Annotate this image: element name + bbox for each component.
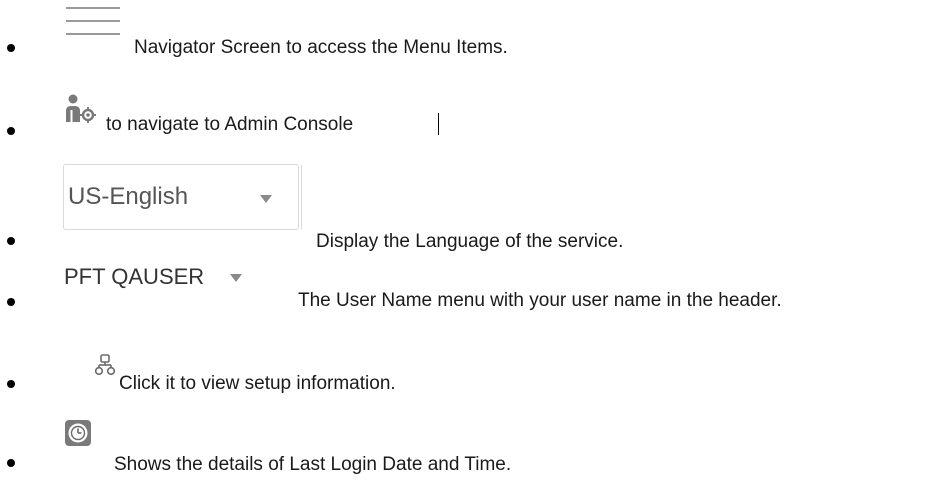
bullet: [7, 44, 15, 52]
last-login-clock-icon[interactable]: [64, 419, 92, 452]
hamburger-menu-icon[interactable]: [66, 6, 120, 41]
chevron-down-icon: [260, 195, 272, 203]
bullet: [7, 127, 15, 135]
setup-hierarchy-icon[interactable]: [94, 354, 117, 381]
navigator-description: Navigator Screen to access the Menu Item…: [134, 37, 508, 58]
bullet: [7, 298, 15, 306]
user-name-label: PFT QAUSER: [64, 264, 205, 289]
user-name-menu[interactable]: PFT QAUSER: [64, 264, 242, 292]
language-select[interactable]: US-English: [63, 164, 302, 230]
language-description: Display the Language of the service.: [316, 231, 624, 252]
text-cursor: [438, 113, 439, 135]
admin-console-icon[interactable]: [65, 94, 97, 129]
divider: [301, 165, 302, 229]
last-login-description: Shows the details of Last Login Date and…: [114, 454, 512, 475]
language-select-value: US-English: [68, 183, 189, 210]
bullet: [7, 380, 15, 388]
setup-description: Click it to view setup information.: [119, 373, 396, 394]
chevron-down-icon: [230, 274, 242, 282]
bullet: [7, 459, 15, 467]
user-name-description: The User Name menu with your user name i…: [298, 290, 782, 311]
bullet: [7, 237, 15, 245]
admin-console-description: to navigate to Admin Console: [106, 114, 354, 135]
